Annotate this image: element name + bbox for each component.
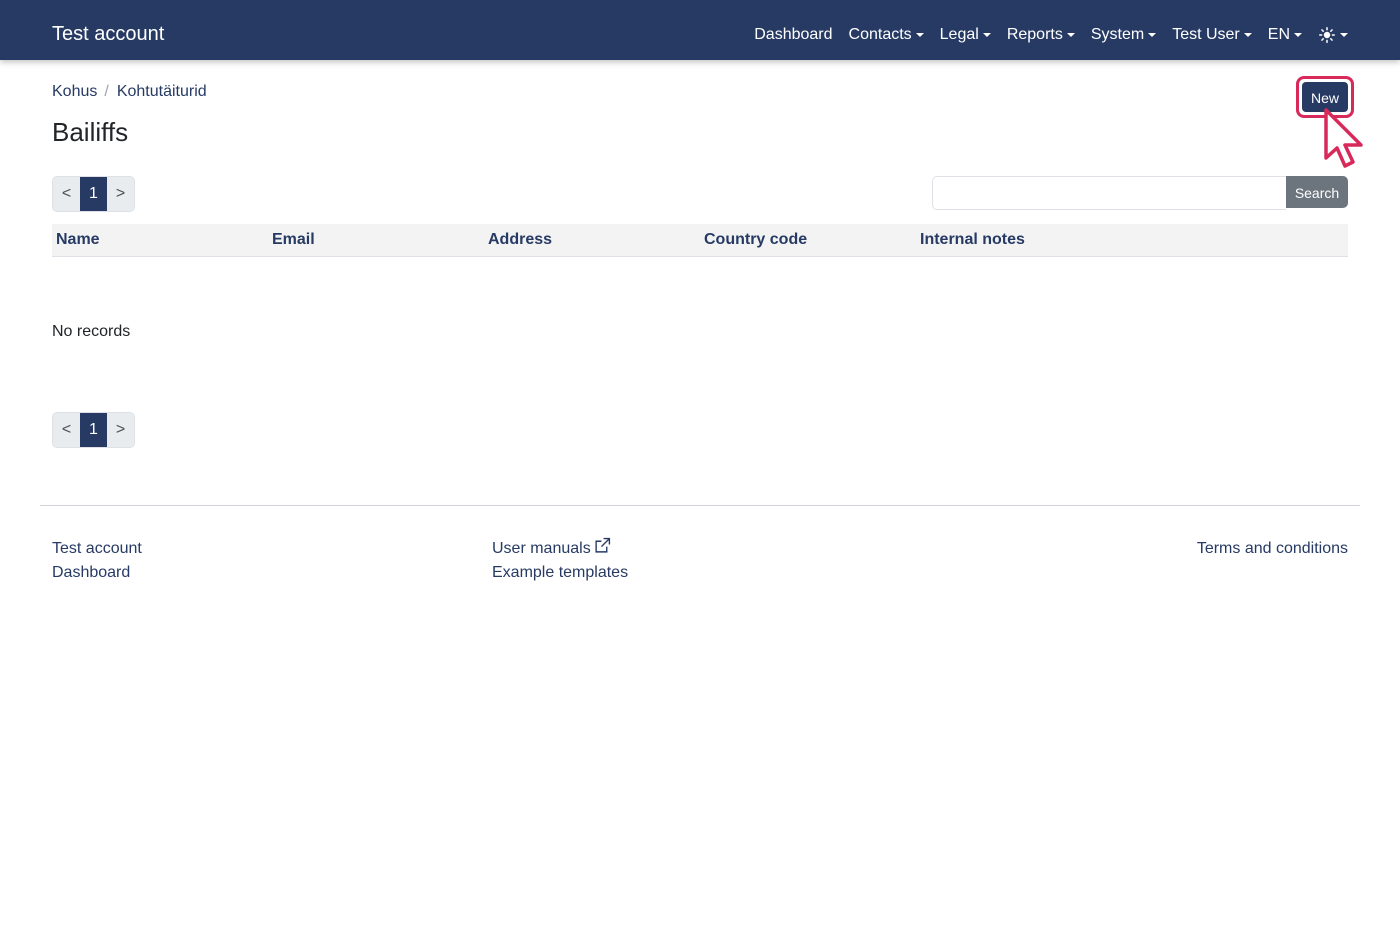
nav-user-label: Test User xyxy=(1172,26,1240,43)
nav-legal-dropdown[interactable]: Legal xyxy=(940,22,991,48)
table-header: Name Email Address Country code Internal… xyxy=(52,224,1348,257)
nav-user-dropdown[interactable]: Test User xyxy=(1172,22,1252,48)
pagination-page-1[interactable]: 1 xyxy=(80,413,107,447)
search-input[interactable] xyxy=(932,176,1286,210)
pagination-bottom: < 1 > xyxy=(52,412,135,448)
footer-link-terms[interactable]: Terms and conditions xyxy=(1197,539,1348,559)
breadcrumb-separator: / xyxy=(104,83,109,100)
caret-down-icon xyxy=(1243,33,1252,37)
column-header-address[interactable]: Address xyxy=(488,230,552,250)
footer-link-example-templates[interactable]: Example templates xyxy=(492,563,628,583)
pagination-top: < 1 > xyxy=(52,176,135,212)
pagination-prev-button[interactable]: < xyxy=(53,177,80,211)
caret-down-icon xyxy=(1294,33,1302,37)
nav-contacts-label: Contacts xyxy=(848,26,912,43)
caret-down-icon xyxy=(915,33,924,37)
sun-icon xyxy=(1318,26,1336,44)
nav-language-dropdown[interactable]: EN xyxy=(1268,22,1302,48)
caret-down-icon xyxy=(1148,33,1157,37)
footer-link-test-account[interactable]: Test account xyxy=(52,539,142,559)
footer-divider xyxy=(40,505,1360,506)
brand-link[interactable]: Test account xyxy=(52,20,164,48)
breadcrumb: Kohus / Kohtutäiturid xyxy=(52,82,207,102)
nav-system-label: System xyxy=(1090,26,1145,43)
breadcrumb-item-kohus[interactable]: Kohus xyxy=(52,82,97,102)
pagination-next-button[interactable]: > xyxy=(107,177,134,211)
footer-link-dashboard[interactable]: Dashboard xyxy=(52,563,130,583)
search-group: Search xyxy=(932,176,1348,210)
page-title: Bailiffs xyxy=(52,117,129,147)
caret-down-icon xyxy=(1066,33,1075,37)
column-header-country-code[interactable]: Country code xyxy=(704,230,807,250)
caret-down-icon xyxy=(1340,33,1348,37)
pagination-page-1[interactable]: 1 xyxy=(80,177,107,211)
nav-reports-label: Reports xyxy=(1006,26,1063,43)
empty-state-text: No records xyxy=(52,323,131,340)
search-button[interactable]: Search xyxy=(1286,176,1348,208)
column-header-internal-notes[interactable]: Internal notes xyxy=(920,230,1025,250)
column-header-email[interactable]: Email xyxy=(272,230,315,250)
footer-link-user-manuals-label: User manuals xyxy=(492,540,591,557)
theme-toggle-dropdown[interactable] xyxy=(1318,26,1348,44)
footer-link-user-manuals[interactable]: User manuals xyxy=(492,537,611,559)
caret-down-icon xyxy=(982,33,991,37)
column-header-name[interactable]: Name xyxy=(56,230,100,250)
nav-dashboard-label: Dashboard xyxy=(754,26,833,43)
nav-legal-label: Legal xyxy=(939,26,979,43)
pagination-prev-button[interactable]: < xyxy=(53,413,80,447)
breadcrumb-item-kohtutaiturid[interactable]: Kohtutäiturid xyxy=(117,82,207,102)
external-link-icon xyxy=(595,537,610,553)
pagination-next-button[interactable]: > xyxy=(107,413,134,447)
nav-dashboard[interactable]: Dashboard xyxy=(754,22,832,48)
top-navbar: Test account Dashboard Contacts Legal Re… xyxy=(0,0,1400,60)
nav-system-dropdown[interactable]: System xyxy=(1090,22,1157,48)
nav-menu: Dashboard Contacts Legal Reports System … xyxy=(754,22,1348,48)
mouse-pointer-icon xyxy=(1324,108,1363,168)
nav-contacts-dropdown[interactable]: Contacts xyxy=(849,22,924,48)
nav-language-label: EN xyxy=(1267,26,1290,43)
nav-reports-dropdown[interactable]: Reports xyxy=(1007,22,1075,48)
